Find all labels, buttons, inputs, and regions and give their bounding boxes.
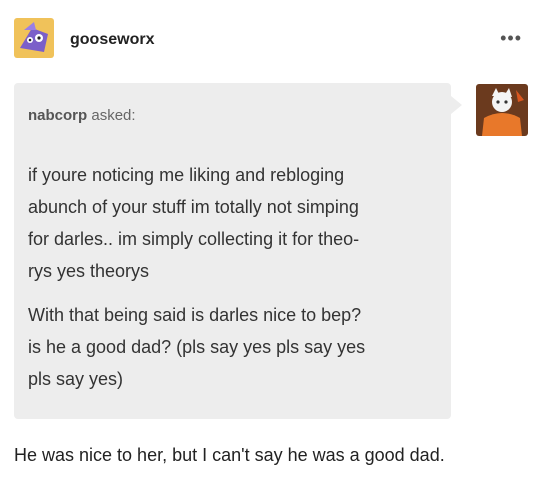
blog-avatar[interactable] xyxy=(14,18,54,58)
question-line: abunch of your stuff im totally not simp… xyxy=(28,197,359,217)
asker-username[interactable]: nabcorp xyxy=(28,107,87,124)
answer-text: He was nice to her, but I can't say he w… xyxy=(14,445,445,465)
blog-username[interactable]: gooseworx xyxy=(70,31,154,49)
question-line: for darles.. im simply collecting it for… xyxy=(28,229,360,249)
question-text: if youre noticing me liking and reblogin… xyxy=(28,159,443,407)
asked-label: asked: xyxy=(91,107,136,124)
question-line: With that being said is darles nice to b… xyxy=(28,305,362,325)
question-paragraph: With that being said is darles nice to b… xyxy=(28,299,443,395)
asker-line: nabcorp asked: xyxy=(28,107,136,124)
post-header: gooseworx ••• xyxy=(14,18,526,62)
orange-character-avatar-icon xyxy=(476,84,528,136)
asker-avatar[interactable] xyxy=(476,84,528,136)
purple-creature-avatar-icon xyxy=(14,18,54,58)
question-line: rys yes theorys xyxy=(28,261,150,281)
question-line: pls say yes) xyxy=(28,369,124,389)
more-options-icon[interactable]: ••• xyxy=(500,28,522,49)
ask-bubble-tail xyxy=(451,96,462,114)
question-paragraph: if youre noticing me liking and reblogin… xyxy=(28,159,443,287)
question-line: is he a good dad? (pls say yes pls say y… xyxy=(28,337,366,357)
ask-bubble: nabcorp asked: if youre noticing me liki… xyxy=(14,83,451,419)
question-line: if youre noticing me liking and reblogin… xyxy=(28,165,345,185)
